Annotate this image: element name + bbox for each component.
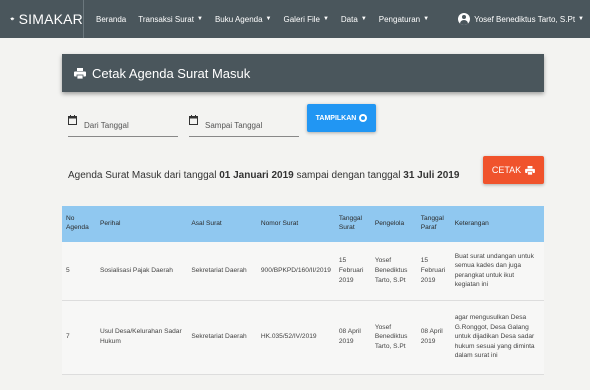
nav-label: Galeri File (283, 14, 320, 24)
col-asal-surat: Asal Surat (191, 219, 222, 227)
nav-label: Pengaturan (378, 14, 421, 24)
table-row: 7 Usul Desa/Kelurahan Sadar Hukum Sekret… (62, 300, 544, 375)
printer-icon (74, 67, 86, 79)
agenda-table: No Agenda Perihal Asal Surat Nomor Surat… (62, 206, 544, 375)
col-tanggal-paraf: Tanggal Paraf (420, 215, 444, 231)
user-name: Yosef Benediktus Tarto, S.Pt (474, 14, 576, 24)
cell: 5 (62, 242, 96, 301)
cell: HK.035/52/IV/2019 (256, 300, 335, 375)
cell: 08 April 2019 (334, 300, 371, 375)
cell: Yosef Benediktus Tarto, S.Pt (370, 242, 417, 301)
col-pengelola: Pengelola (374, 219, 405, 227)
nav-menu: Beranda Transaksi Surat ▼ Buku Agenda ▼ Ga… (90, 15, 435, 24)
calendar-icon (68, 115, 77, 125)
caret-down-icon: ▼ (322, 16, 329, 22)
col-tanggal-surat: Tanggal Surat (338, 215, 362, 231)
cell: 900/BPKPD/160/II/2019 (256, 242, 335, 301)
top-navbar: SIMAKAR Beranda Transaksi Surat ▼ Buku Ag… (0, 0, 590, 38)
to-date-field[interactable]: Sampai Tanggal (189, 113, 299, 137)
agenda-end-date: 31 Juli 2019 (403, 170, 460, 181)
cell: Sosialisasi Pajak Daerah (95, 242, 188, 301)
nav-data[interactable]: Data ▼ (335, 15, 373, 24)
cell: Sekretariat Daerah (187, 300, 257, 375)
cell: 7 (62, 300, 96, 375)
nav-beranda[interactable]: Beranda (90, 15, 132, 24)
circle-icon (359, 114, 368, 122)
caret-down-icon: ▼ (360, 16, 367, 22)
col-keterangan: Keterangan (454, 219, 489, 227)
cell: 15 Februari 2019 (334, 242, 371, 301)
from-date-placeholder: Dari Tanggal (84, 121, 129, 130)
caret-down-icon: ▼ (265, 16, 272, 22)
col-perihal: Perihal (99, 219, 121, 227)
print-button[interactable]: CETAK (483, 156, 544, 184)
cell: Usul Desa/Kelurahan Sadar Hukum (95, 300, 188, 375)
show-button-label: TAMPILKAN (315, 114, 357, 122)
agenda-prefix: Agenda Surat Masuk dari tanggal (68, 170, 217, 181)
nav-label: Transaksi Surat (138, 14, 194, 24)
cell: agar mengusulkan Desa G.Ronggot, Desa Ga… (450, 300, 544, 375)
page-title: Cetak Agenda Surat Masuk (92, 65, 251, 81)
cell: 08 April 2019 (416, 300, 451, 375)
user-menu[interactable]: Yosef Benediktus Tarto, S.Pt ▼ (458, 0, 584, 38)
page-header: Cetak Agenda Surat Masuk (62, 54, 544, 92)
nav-buku-agenda[interactable]: Buku Agenda ▼ (209, 15, 278, 24)
from-date-field[interactable]: Dari Tanggal (68, 113, 178, 137)
cell: Yosef Benediktus Tarto, S.Pt (370, 300, 417, 375)
show-button[interactable]: TAMPILKAN (307, 104, 376, 132)
nav-label: Buku Agenda (214, 14, 263, 24)
cell: Sekretariat Daerah (187, 242, 257, 301)
cell: Buat surat undangan untuk semua kades da… (450, 242, 544, 301)
brand-link[interactable]: SIMAKAR (0, 0, 84, 38)
agenda-start-date: 01 Januari 2019 (219, 170, 294, 181)
table-row: 5 Sosialisasi Pajak Daerah Sekretariat D… (62, 242, 544, 301)
col-no-agenda: No Agenda (66, 215, 89, 231)
print-button-label: CETAK (491, 165, 522, 175)
caret-down-icon: ▼ (423, 16, 430, 22)
cell: 15 Februari 2019 (416, 242, 451, 301)
printer-icon (525, 165, 536, 175)
nav-pengaturan[interactable]: Pengaturan ▼ (373, 15, 435, 24)
nav-transaksi-surat[interactable]: Transaksi Surat ▼ (132, 15, 209, 24)
nav-label: Beranda (96, 14, 127, 24)
col-nomor-surat: Nomor Surat (260, 219, 299, 227)
graduation-cap-icon (10, 17, 15, 21)
table-header-row: No Agenda Perihal Asal Surat Nomor Surat… (62, 206, 544, 242)
user-circle-icon (458, 13, 471, 25)
nav-label: Data (340, 14, 358, 24)
calendar-icon (189, 115, 198, 125)
nav-galeri-file[interactable]: Galeri File ▼ (278, 15, 335, 24)
to-date-placeholder: Sampai Tanggal (205, 121, 263, 130)
brand-name: SIMAKAR (18, 11, 83, 27)
caret-down-icon: ▼ (196, 16, 203, 22)
agenda-range-text: Agenda Surat Masuk dari tanggal 01 Janua… (68, 170, 459, 181)
caret-down-icon: ▼ (578, 16, 584, 22)
agenda-middle: sampai dengan tanggal (296, 170, 401, 181)
